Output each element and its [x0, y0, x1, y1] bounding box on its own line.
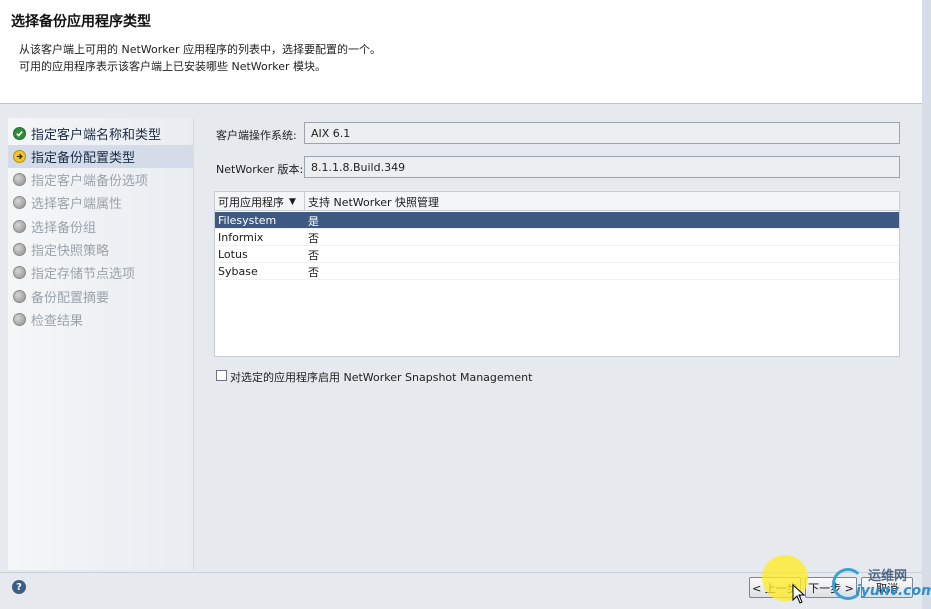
- page-description-line1: 从该客户端上可用的 NetWorker 应用程序的列表中，选择要配置的一个。: [19, 43, 382, 56]
- enable-snapshot-checkbox[interactable]: [216, 370, 227, 381]
- step-label: 检查结果: [31, 314, 84, 329]
- question-icon[interactable]: ?: [12, 580, 26, 594]
- cell-snapshot-support: 否: [308, 231, 319, 245]
- step-check-results[interactable]: 检查结果: [8, 308, 194, 331]
- step-client-properties[interactable]: 选择客户端属性: [8, 191, 194, 214]
- step-client-backup-options[interactable]: 指定客户端备份选项: [8, 168, 194, 191]
- cell-application: Informix: [218, 231, 264, 244]
- client-os-field: AIX 6.1: [304, 122, 900, 144]
- column-header-label: 可用应用程序: [218, 195, 284, 209]
- step-backup-summary[interactable]: 备份配置摘要: [8, 285, 194, 308]
- sort-down-icon: ▼: [289, 196, 296, 207]
- table-row[interactable]: Filesystem 是: [215, 212, 899, 229]
- arrow-right-icon: [13, 150, 26, 163]
- watermark-cn: 运维网: [868, 569, 908, 584]
- enable-snapshot-label[interactable]: 对选定的应用程序启用 NetWorker Snapshot Management: [230, 369, 532, 385]
- table-row[interactable]: Sybase 否: [215, 263, 899, 280]
- circle-icon: [13, 266, 26, 279]
- circle-icon: [13, 173, 26, 186]
- circle-icon: [13, 243, 26, 256]
- column-header-snapshot-support[interactable]: 支持 NetWorker 快照管理: [305, 192, 899, 211]
- networker-version-label: NetWorker 版本:: [216, 163, 304, 176]
- step-label: 指定备份配置类型: [31, 151, 136, 166]
- step-label: 指定客户端备份选项: [31, 174, 149, 189]
- mouse-pointer-icon: [792, 584, 806, 604]
- client-os-label: 客户端操作系统:: [216, 129, 297, 142]
- column-header-application[interactable]: 可用应用程序 ▼: [215, 192, 305, 211]
- cell-application: Sybase: [218, 265, 258, 278]
- page-description-line2: 可用的应用程序表示该客户端上已安装哪些 NetWorker 模块。: [19, 60, 327, 73]
- step-label: 选择客户端属性: [31, 197, 123, 212]
- circle-icon: [13, 290, 26, 303]
- step-storage-node-options[interactable]: 指定存储节点选项: [8, 261, 194, 284]
- step-backup-config-type[interactable]: 指定备份配置类型: [8, 145, 194, 168]
- circle-icon: [13, 220, 26, 233]
- check-icon: [13, 127, 26, 140]
- page-title: 选择备份应用程序类型: [11, 14, 151, 30]
- cell-snapshot-support: 是: [308, 214, 319, 228]
- step-label: 指定客户端名称和类型: [31, 128, 162, 143]
- step-label: 备份配置摘要: [31, 291, 110, 306]
- step-label: 指定存储节点选项: [31, 267, 136, 282]
- cell-application: Lotus: [218, 248, 248, 261]
- table-header: 可用应用程序 ▼ 支持 NetWorker 快照管理: [215, 192, 899, 211]
- step-client-name-type[interactable]: 指定客户端名称和类型: [8, 122, 194, 145]
- step-backup-group[interactable]: 选择备份组: [8, 215, 194, 238]
- watermark-logo: 运维网 iyunv.com: [832, 565, 931, 605]
- circle-icon: [13, 313, 26, 326]
- step-snapshot-policy[interactable]: 指定快照策略: [8, 238, 194, 261]
- cell-snapshot-support: 否: [308, 265, 319, 279]
- wizard-header: 选择备份应用程序类型 从该客户端上可用的 NetWorker 应用程序的列表中，…: [0, 0, 922, 104]
- step-label: 选择备份组: [31, 221, 97, 236]
- cell-application: Filesystem: [218, 214, 277, 227]
- circle-icon: [13, 196, 26, 209]
- application-table: 可用应用程序 ▼ 支持 NetWorker 快照管理 Filesystem 是 …: [214, 191, 900, 357]
- column-header-label: 支持 NetWorker 快照管理: [308, 195, 440, 209]
- table-row[interactable]: Informix 否: [215, 229, 899, 246]
- wizard-steps-panel: 指定客户端名称和类型 指定备份配置类型 指定客户端备份选项 选择客户端属性 选择…: [8, 118, 194, 570]
- watermark-en: iyunv.com: [856, 583, 931, 599]
- networker-version-field: 8.1.1.8.Build.349: [304, 156, 900, 178]
- step-label: 指定快照策略: [31, 244, 110, 259]
- window-edge: [922, 0, 931, 609]
- table-row[interactable]: Lotus 否: [215, 246, 899, 263]
- cell-snapshot-support: 否: [308, 248, 319, 262]
- wizard-body: 指定客户端名称和类型 指定备份配置类型 指定客户端备份选项 选择客户端属性 选择…: [0, 104, 922, 572]
